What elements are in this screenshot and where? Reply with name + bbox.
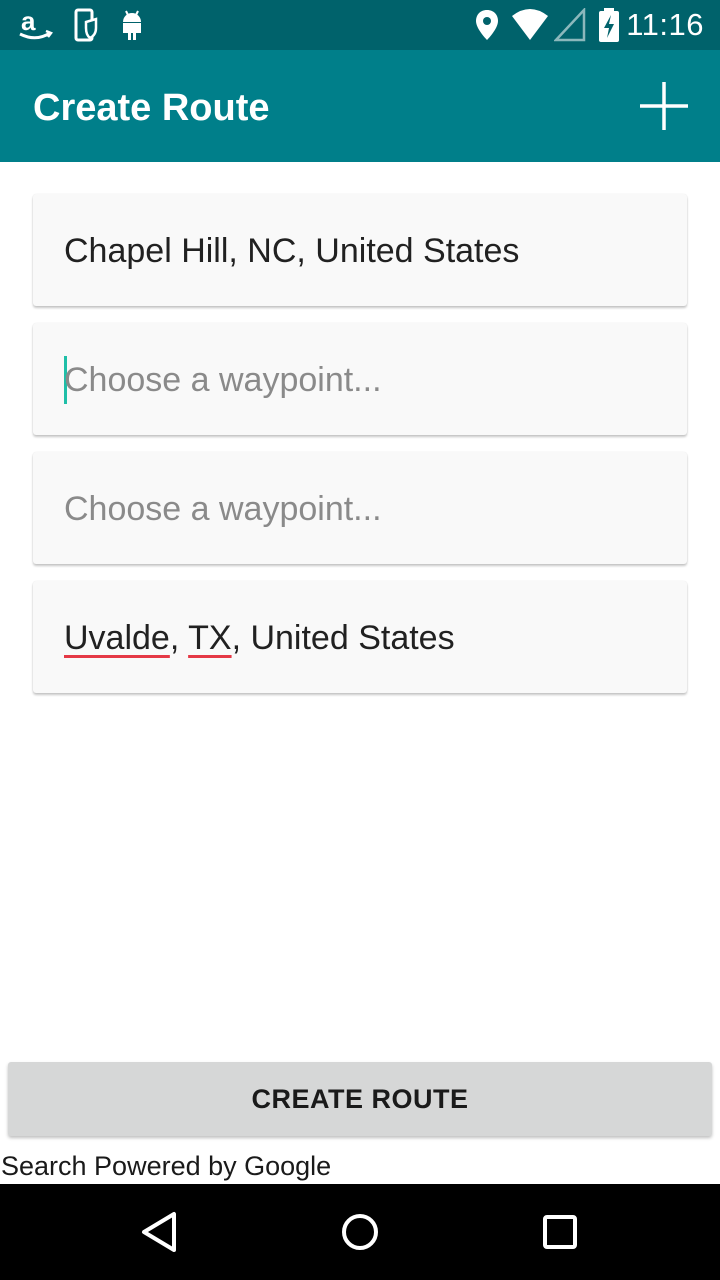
app-bar: Create Route: [0, 50, 720, 162]
destination-city: Uvalde: [64, 619, 170, 657]
destination-field[interactable]: Uvalde, TX, United States: [33, 581, 687, 693]
location-icon: [474, 8, 500, 42]
recents-square-icon: [543, 1215, 577, 1249]
destination-rest: , United States: [231, 619, 455, 657]
status-bar: a 11:16: [0, 0, 720, 50]
destination-value: Uvalde, TX, United States: [64, 619, 455, 658]
amazon-icon: a: [18, 8, 54, 42]
page-title: Create Route: [33, 87, 270, 129]
signal-icon: [554, 8, 586, 42]
back-triangle-icon: [142, 1212, 176, 1252]
destination-sep: ,: [169, 619, 189, 657]
home-circle-icon: [342, 1214, 378, 1250]
status-time: 11:16: [626, 7, 704, 42]
nav-bar: [0, 1184, 720, 1280]
battery-charging-icon: [596, 8, 622, 42]
powered-by-google: Search Powered by Google: [1, 1151, 332, 1181]
waypoint-1-field[interactable]: Choose a waypoint...: [33, 323, 687, 435]
home-button[interactable]: [336, 1208, 384, 1256]
destination-state: TX: [188, 619, 232, 657]
back-button[interactable]: [136, 1208, 184, 1256]
svg-text:a: a: [21, 8, 36, 36]
add-waypoint-button[interactable]: [636, 78, 692, 134]
waypoint-2-field[interactable]: Choose a waypoint...: [33, 452, 687, 564]
waypoint-1-placeholder: Choose a waypoint...: [64, 361, 382, 399]
android-icon: [118, 8, 146, 42]
recents-button[interactable]: [536, 1208, 584, 1256]
waypoint-2-placeholder: Choose a waypoint...: [64, 490, 382, 528]
device-shield-icon: [72, 8, 100, 42]
plus-icon: [640, 82, 688, 130]
create-route-button[interactable]: CREATE ROUTE: [8, 1062, 712, 1136]
wifi-icon: [510, 8, 550, 42]
origin-field[interactable]: Chapel Hill, NC, United States: [33, 194, 687, 306]
origin-value: Chapel Hill, NC, United States: [64, 232, 520, 270]
